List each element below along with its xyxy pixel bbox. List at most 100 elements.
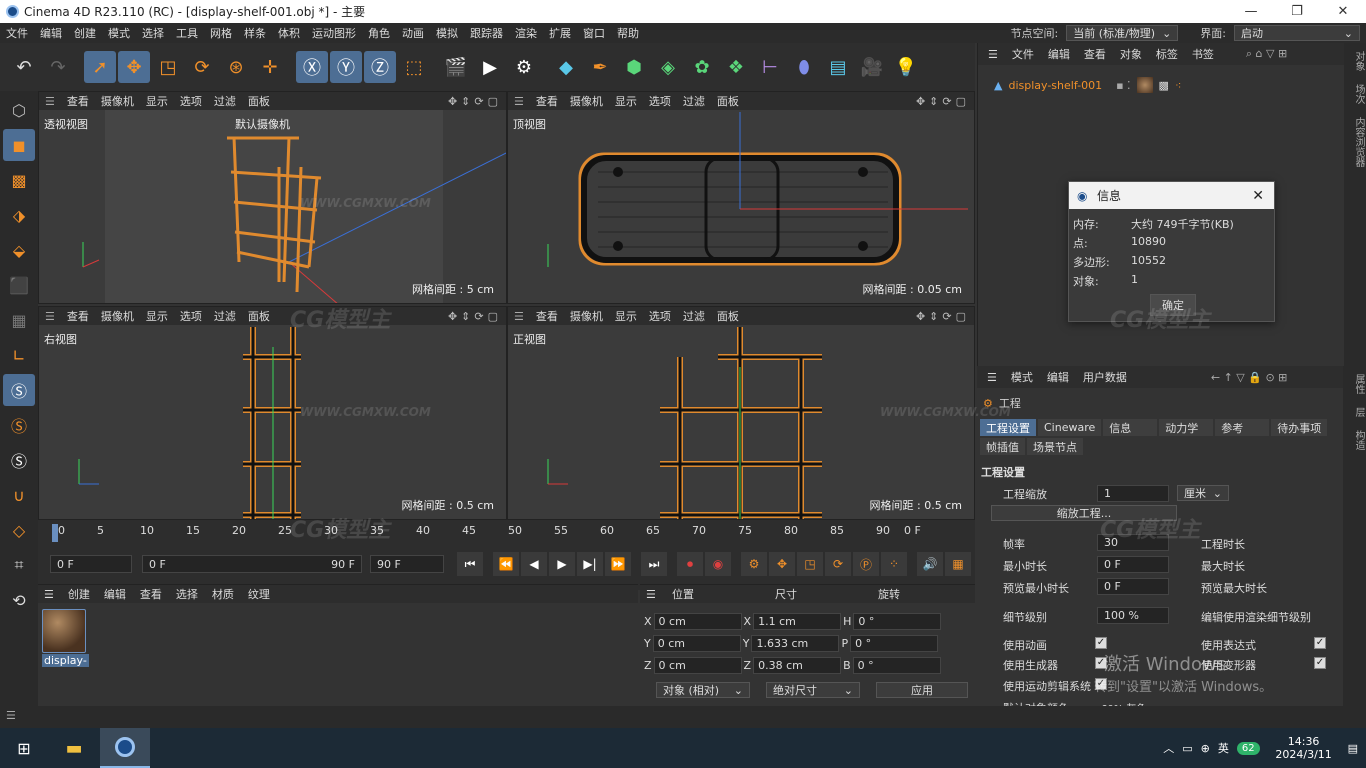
locked-workplane-icon[interactable]: ⌗ — [3, 549, 35, 581]
go-to-start-icon[interactable]: ⏮ — [457, 552, 483, 576]
notification-badge[interactable]: 62 — [1236, 741, 1260, 755]
pos-y-field[interactable]: 0 cm — [652, 635, 741, 652]
snap-settings-icon[interactable]: Ⓢ — [3, 409, 35, 441]
next-frame-icon[interactable]: ▶| — [577, 552, 603, 576]
z-axis-lock-icon[interactable]: Ⓩ — [364, 51, 396, 83]
clock[interactable]: 14:36 2024/3/11 — [1268, 735, 1340, 761]
current-frame-field[interactable]: 0 F — [50, 555, 132, 573]
array-icon[interactable]: ❖ — [720, 51, 752, 83]
undo-icon[interactable]: ↶ — [8, 51, 40, 83]
cinema4d-taskbar-icon[interactable] — [100, 728, 150, 768]
right-viewport[interactable]: ☰ 查看 摄像机 显示 选项 过滤 面板 ✥⇕⟳▢ 右视图 网格间距 : 0.5… — [38, 306, 507, 520]
timeline-ruler[interactable]: 0 5 10 15 20 25 30 35 40 45 50 55 60 65 … — [52, 522, 932, 544]
prev-key-icon[interactable]: ⏪ — [493, 552, 519, 576]
axis-mode-icon[interactable]: ∟ — [3, 339, 35, 371]
tab-dynamics[interactable]: 动力学 — [1159, 419, 1214, 436]
workplane-grid-icon[interactable]: ⟲ — [3, 584, 35, 616]
polygons-mode-icon[interactable]: ⬛ — [3, 269, 35, 301]
rot-p-field[interactable]: 0 ° — [850, 635, 939, 652]
mat-menu-view[interactable]: 查看 — [140, 586, 162, 602]
use-deformers-checkbox[interactable]: ✓ — [1314, 657, 1326, 669]
obj-menu-edit[interactable]: 编辑 — [1048, 46, 1070, 62]
key-pla-icon[interactable]: ⁘ — [881, 552, 907, 576]
tab-todo[interactable]: 待办事项 — [1271, 419, 1328, 436]
menu-help[interactable]: 帮助 — [611, 25, 645, 41]
psr-icon[interactable]: ⊛ — [220, 51, 252, 83]
lod-field[interactable]: 100 % — [1097, 607, 1169, 624]
model-mode-icon[interactable]: ◼ — [3, 129, 35, 161]
close-button[interactable]: ✕ — [1320, 0, 1366, 23]
frame-range-slider[interactable]: 0 F 90 F — [142, 555, 362, 573]
key-rotation-icon[interactable]: ⟳ — [825, 552, 851, 576]
menu-select[interactable]: 选择 — [136, 25, 170, 41]
cloner-icon[interactable]: ✿ — [686, 51, 718, 83]
workplane-icon[interactable]: ◇ — [3, 514, 35, 546]
pen-spline-icon[interactable]: ✒ — [584, 51, 616, 83]
menu-animate[interactable]: 动画 — [396, 25, 430, 41]
sound-icon[interactable]: 🔊 — [917, 552, 943, 576]
key-scale-icon[interactable]: ◳ — [797, 552, 823, 576]
hamburger-icon[interactable]: ☰ — [988, 48, 998, 61]
obj-menu-view[interactable]: 查看 — [1084, 46, 1106, 62]
subdivision-icon[interactable]: ⬢ — [618, 51, 650, 83]
size-z-field[interactable]: 0.38 cm — [753, 657, 842, 674]
menu-file[interactable]: 文件 — [0, 25, 34, 41]
coord-mode-select[interactable]: 对象 (相对) ⌄ — [656, 682, 750, 698]
keyframe-selection-icon[interactable]: ⚙ — [741, 552, 767, 576]
input-lang[interactable]: 英 — [1218, 740, 1229, 756]
menu-create[interactable]: 创建 — [68, 25, 102, 41]
cube-primitive-icon[interactable]: ◆ — [550, 51, 582, 83]
camera-icon[interactable]: 🎥 — [856, 51, 888, 83]
use-animation-checkbox[interactable]: ✓ — [1095, 637, 1107, 649]
min-time-field[interactable]: 0 F — [1097, 556, 1169, 573]
render-view-icon[interactable]: 🎬 — [440, 51, 472, 83]
tab-project-settings[interactable]: 工程设置 — [980, 419, 1036, 436]
hamburger-icon[interactable]: ☰ — [987, 371, 997, 384]
perspective-viewport[interactable]: ☰ 查看 摄像机 显示 选项 过滤 面板 ✥⇕⟳▢ 透视视图 默认摄像机 网格间… — [38, 91, 507, 304]
mat-menu-create[interactable]: 创建 — [68, 586, 90, 602]
edges-mode-icon[interactable]: ⬙ — [3, 234, 35, 266]
object-name[interactable]: display-shelf-001 — [1008, 79, 1102, 92]
menu-edit[interactable]: 编辑 — [34, 25, 68, 41]
points-mode-icon[interactable]: ⬗ — [3, 199, 35, 231]
coord-system-icon[interactable]: ⬚ — [398, 51, 430, 83]
timeline-icon[interactable]: ▦ — [945, 552, 971, 576]
key-position-icon[interactable]: ✥ — [769, 552, 795, 576]
menu-simulate[interactable]: 模拟 — [430, 25, 464, 41]
texture-tag-icon[interactable]: ▩ — [1159, 79, 1169, 92]
render-to-picture-viewer-icon[interactable]: ▶ — [474, 51, 506, 83]
side-tab-structure[interactable]: 构造 — [1353, 430, 1364, 450]
select-cursor-icon[interactable]: ➚ — [84, 51, 116, 83]
scale-field[interactable]: 1 — [1097, 485, 1169, 502]
search-icon[interactable]: ⌕ ⌂ ▽ ⊞ — [1246, 47, 1287, 61]
attr-nav-icon[interactable]: ← ↑ ▽ 🔒 ⊙ ⊞ — [1211, 371, 1288, 384]
menu-spline[interactable]: 样条 — [238, 25, 272, 41]
minimize-button[interactable]: — — [1228, 0, 1274, 23]
floor-icon[interactable]: ▤ — [822, 51, 854, 83]
menu-volume[interactable]: 体积 — [272, 25, 306, 41]
top-viewport[interactable]: ☰ 查看 摄像机 显示 选项 过滤 面板 ✥⇕⟳▢ 顶视图 网格间距 : 0.0… — [507, 91, 975, 304]
phong-tag-icon[interactable]: ⁖ — [1175, 79, 1181, 92]
menu-window[interactable]: 窗口 — [577, 25, 611, 41]
magnet-icon[interactable]: ∪ — [3, 479, 35, 511]
tab-interpolation[interactable]: 帧插值 — [980, 438, 1025, 455]
side-tab-takes[interactable]: 场次 — [1353, 84, 1364, 104]
material-thumbnail[interactable] — [42, 609, 86, 653]
record-icon[interactable]: ⏺ — [677, 552, 703, 576]
front-viewport[interactable]: ☰ 查看 摄像机 显示 选项 过滤 面板 ✥⇕⟳▢ 正视图 网格间距 : 0.5… — [507, 306, 975, 520]
autokey-icon[interactable]: ◉ — [705, 552, 731, 576]
tab-cineware[interactable]: Cineware — [1038, 419, 1102, 436]
texture-mode-icon[interactable]: ▩ — [3, 164, 35, 196]
play-icon[interactable]: ▶ — [549, 552, 575, 576]
snap-icon[interactable]: Ⓢ — [3, 374, 35, 406]
render-settings-icon[interactable]: ⚙ — [508, 51, 540, 83]
apply-button[interactable]: 应用 — [876, 682, 968, 698]
y-axis-lock-icon[interactable]: Ⓨ — [330, 51, 362, 83]
mat-menu-material[interactable]: 材质 — [212, 586, 234, 602]
unit-select[interactable]: 厘米 ⌄ — [1177, 485, 1229, 501]
globe-icon[interactable]: ⊕ — [1201, 742, 1210, 755]
menu-mograph[interactable]: 运动图形 — [306, 25, 362, 41]
layout-select[interactable]: 启动 ⌄ — [1234, 25, 1360, 41]
light-icon[interactable]: 💡 — [890, 51, 922, 83]
obj-menu-bookmarks[interactable]: 书签 — [1192, 46, 1214, 62]
